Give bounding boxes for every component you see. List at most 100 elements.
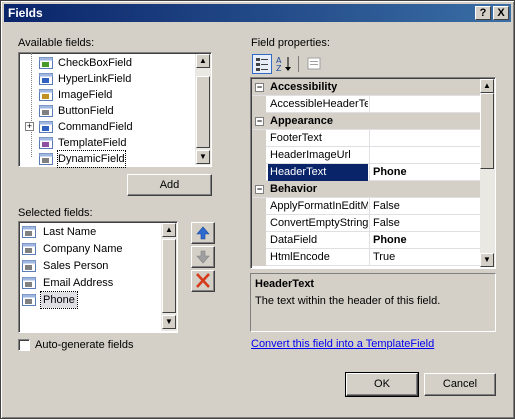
scroll-thumb[interactable]: [162, 239, 176, 313]
move-up-button[interactable]: [191, 222, 215, 244]
property-row[interactable]: HeaderText Phone: [252, 164, 480, 181]
close-button[interactable]: X: [493, 6, 509, 20]
scroll-up-button[interactable]: ▲: [162, 223, 176, 237]
categorized-icon: [256, 58, 268, 71]
property-row[interactable]: FooterText: [252, 130, 480, 147]
property-value[interactable]: Phone: [369, 232, 407, 249]
property-name: HtmlEncode: [270, 251, 330, 263]
property-row[interactable]: DataField Phone: [252, 232, 480, 249]
property-scrollbar[interactable]: ▲ ▼: [480, 79, 495, 267]
cancel-button[interactable]: Cancel: [424, 373, 496, 396]
property-name: DataField: [270, 234, 318, 246]
available-field-label: CheckBoxField: [58, 57, 132, 69]
property-category[interactable]: − Accessibility: [252, 79, 480, 96]
property-row[interactable]: ConvertEmptyString False: [252, 215, 480, 232]
selected-field-item[interactable]: Sales Person: [22, 258, 160, 274]
expand-icon[interactable]: +: [25, 122, 34, 131]
selected-field-label: Phone: [40, 291, 78, 309]
available-scrollbar[interactable]: ▲ ▼: [195, 54, 211, 165]
description-title: HeaderText: [255, 278, 315, 290]
property-value[interactable]: False: [369, 215, 400, 232]
arrow-up-icon: [196, 226, 210, 240]
property-value[interactable]: [369, 130, 373, 147]
selected-field-label: Sales Person: [43, 260, 109, 272]
help-button[interactable]: ?: [475, 6, 491, 20]
alphabetical-icon: A Z: [276, 56, 291, 73]
auto-generate-checkbox[interactable]: [18, 339, 30, 351]
property-name: HeaderText: [268, 164, 368, 181]
property-value[interactable]: [369, 147, 373, 164]
selected-field-item[interactable]: Email Address: [22, 275, 160, 291]
selected-fields-list[interactable]: Last Name Company Name Sales Person Email A…: [18, 221, 178, 333]
property-gutter: [252, 96, 266, 113]
scroll-down-button[interactable]: ▼: [480, 253, 494, 267]
property-description: HeaderText The text within the header of…: [250, 273, 496, 332]
scroll-thumb[interactable]: [196, 76, 210, 148]
property-value[interactable]: [369, 96, 373, 113]
alphabetical-button[interactable]: A Z: [274, 54, 294, 74]
field-properties-label: Field properties:: [251, 37, 330, 49]
property-pages-button[interactable]: [304, 54, 324, 74]
available-fields-label: Available fields:: [18, 37, 95, 49]
bound-field-icon: [22, 242, 38, 256]
convert-to-template-link[interactable]: Convert this field into a TemplateField: [251, 338, 434, 350]
delete-field-button[interactable]: [191, 270, 215, 292]
property-grid[interactable]: − Accessibility AccessibleHeaderTe − Appeara…: [250, 77, 496, 269]
available-field-label: HyperLinkField: [58, 73, 132, 85]
scroll-up-button[interactable]: ▲: [480, 79, 494, 93]
title-bar[interactable]: Fields ? X: [4, 4, 511, 22]
tree-line: [31, 53, 32, 157]
scroll-thumb[interactable]: [480, 93, 494, 169]
auto-generate-label: Auto-generate fields: [35, 339, 134, 351]
selected-scrollbar[interactable]: ▲ ▼: [161, 223, 177, 331]
available-field-item[interactable]: ButtonField: [39, 103, 193, 119]
available-field-item[interactable]: CheckBoxField: [39, 55, 193, 71]
property-value[interactable]: False: [369, 198, 400, 215]
hyperlink-field-icon: [39, 72, 55, 86]
selected-field-label: Email Address: [43, 277, 114, 289]
property-row[interactable]: HeaderImageUrl: [252, 147, 480, 164]
selected-field-item[interactable]: Company Name: [22, 241, 160, 257]
available-fields-list[interactable]: CheckBoxField HyperLinkField ImageField But…: [18, 52, 212, 168]
property-row[interactable]: ApplyFormatInEditM False: [252, 198, 480, 215]
selected-field-item[interactable]: Last Name: [22, 224, 160, 240]
scroll-up-button[interactable]: ▲: [196, 54, 210, 68]
scroll-down-button[interactable]: ▼: [196, 150, 210, 164]
toolbar-separator: [298, 56, 299, 72]
available-field-label: TemplateField: [58, 137, 127, 149]
property-toolbar: A Z: [250, 52, 496, 76]
category-name: Behavior: [270, 183, 318, 195]
available-field-item[interactable]: DynamicField: [39, 150, 193, 168]
available-field-item[interactable]: ImageField: [39, 87, 193, 103]
property-category[interactable]: − Behavior: [252, 181, 480, 198]
scroll-down-button[interactable]: ▼: [162, 315, 176, 329]
property-value[interactable]: Phone: [369, 164, 407, 181]
bound-field-icon: [22, 293, 38, 307]
property-row[interactable]: HtmlEncode True: [252, 249, 480, 266]
property-name: ApplyFormatInEditM: [270, 200, 368, 212]
available-field-item[interactable]: TemplateField: [39, 135, 193, 151]
bound-field-icon: [22, 225, 38, 239]
property-name: HeaderImageUrl: [270, 149, 351, 161]
collapse-icon[interactable]: −: [255, 83, 264, 92]
collapse-icon[interactable]: −: [255, 117, 264, 126]
ok-button[interactable]: OK: [345, 372, 419, 397]
delete-x-icon: [196, 273, 210, 288]
collapse-icon[interactable]: −: [255, 185, 264, 194]
property-gutter: [252, 130, 266, 147]
available-field-label: ButtonField: [58, 105, 114, 117]
selected-field-item[interactable]: Phone: [22, 291, 160, 309]
property-value[interactable]: True: [369, 249, 395, 266]
property-gutter: [252, 164, 266, 181]
property-row[interactable]: AccessibleHeaderTe: [252, 96, 480, 113]
available-field-item[interactable]: HyperLinkField: [39, 71, 193, 87]
selected-field-label: Last Name: [43, 226, 97, 238]
categorized-button[interactable]: [252, 54, 272, 74]
command-field-icon: [39, 120, 55, 134]
svg-text:Z: Z: [276, 64, 282, 73]
property-category[interactable]: − Appearance: [252, 113, 480, 130]
add-button[interactable]: Add: [127, 174, 212, 196]
available-field-item[interactable]: CommandField +: [25, 119, 193, 135]
category-name: Accessibility: [270, 81, 338, 93]
move-down-button[interactable]: [191, 246, 215, 268]
